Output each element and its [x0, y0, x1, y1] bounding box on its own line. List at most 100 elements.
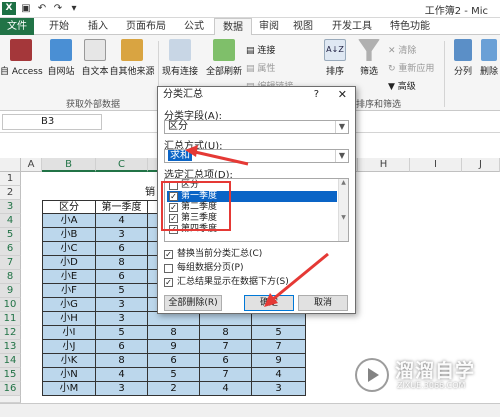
table-cell[interactable]: 小A	[42, 214, 96, 228]
scrollbar[interactable]: ▲ ▼	[338, 179, 348, 241]
table-cell[interactable]: 4	[96, 368, 148, 382]
table-cell[interactable]: 小E	[42, 270, 96, 284]
option-checkbox[interactable]: ✓ 替换当前分类汇总(C)	[164, 249, 262, 260]
column-header[interactable]: B	[42, 158, 96, 172]
function-select[interactable]: 求和 ▼	[164, 149, 349, 163]
advanced-filter-button[interactable]: ▼ 高级	[388, 79, 416, 92]
table-header-cell[interactable]: 区分	[42, 200, 96, 214]
undo-icon[interactable]: ↶	[35, 2, 49, 15]
redo-icon[interactable]: ↷	[51, 2, 65, 15]
column-header[interactable]: A	[21, 158, 42, 172]
table-cell[interactable]: 6	[96, 242, 148, 256]
table-cell[interactable]: 小C	[42, 242, 96, 256]
table-cell[interactable]: 5	[148, 368, 200, 382]
row-header[interactable]: 16	[0, 382, 21, 396]
table-cell[interactable]: 6	[96, 270, 148, 284]
tab-insert[interactable]: 插入	[80, 18, 116, 35]
table-cell[interactable]: 6	[148, 354, 200, 368]
clear-filter-button[interactable]: ✕ 清除	[388, 43, 416, 56]
tab-developer[interactable]: 开发工具	[326, 18, 378, 35]
row-header[interactable]: 4	[0, 214, 21, 228]
table-header-cell[interactable]: 第一季度	[96, 200, 148, 214]
row-header[interactable]	[0, 396, 21, 403]
table-cell[interactable]: 3	[252, 382, 306, 396]
table-cell[interactable]: 3	[96, 312, 148, 326]
table-cell[interactable]: 小I	[42, 326, 96, 340]
row-header[interactable]: 6	[0, 242, 21, 256]
table-cell[interactable]: 5	[252, 326, 306, 340]
table-cell[interactable]: 小G	[42, 298, 96, 312]
table-cell[interactable]: 4	[200, 382, 252, 396]
row-header[interactable]: 15	[0, 368, 21, 382]
table-cell[interactable]: 8	[96, 256, 148, 270]
row-header[interactable]: 5	[0, 228, 21, 242]
table-cell[interactable]: 小D	[42, 256, 96, 270]
from-access-button[interactable]: 自 Access	[0, 39, 43, 77]
table-cell[interactable]: 8	[96, 354, 148, 368]
row-header[interactable]: 3	[0, 200, 21, 214]
remove-duplicates-button[interactable]: 删除	[478, 39, 500, 77]
tab-special[interactable]: 特色功能	[384, 18, 436, 35]
table-cell[interactable]: 小J	[42, 340, 96, 354]
refresh-all-button[interactable]: 全部刷新	[204, 39, 244, 77]
tab-view[interactable]: 视图	[288, 18, 318, 35]
table-cell[interactable]: 小M	[42, 382, 96, 396]
connections-button[interactable]: ▤ 连接	[246, 43, 275, 56]
option-checkbox[interactable]: ✓ 汇总结果显示在数据下方(S)	[164, 277, 289, 288]
table-cell[interactable]: 3	[96, 382, 148, 396]
select-all-corner[interactable]	[0, 158, 21, 172]
tab-home[interactable]: 开始	[40, 18, 78, 35]
close-icon[interactable]: ✕	[338, 87, 347, 103]
filter-button[interactable]: 筛选	[354, 39, 384, 77]
row-header[interactable]: 1	[0, 172, 21, 186]
properties-button[interactable]: ▤ 属性	[246, 61, 275, 74]
tab-data[interactable]: 数据	[214, 18, 252, 35]
existing-connections-button[interactable]: 现有连接	[158, 39, 202, 77]
tab-review[interactable]: 审阅	[254, 18, 284, 35]
table-cell[interactable]: 小F	[42, 284, 96, 298]
table-cell[interactable]: 7	[252, 340, 306, 354]
table-cell[interactable]	[148, 312, 200, 326]
table-cell[interactable]	[200, 312, 252, 326]
checkbox[interactable]: ✓	[164, 250, 173, 259]
row-header[interactable]: 14	[0, 354, 21, 368]
table-cell[interactable]: 5	[96, 284, 148, 298]
name-box[interactable]: B3	[2, 114, 102, 130]
column-header[interactable]: H	[358, 158, 410, 172]
table-cell[interactable]: 9	[148, 340, 200, 354]
table-cell[interactable]	[252, 312, 306, 326]
table-cell[interactable]: 7	[200, 368, 252, 382]
table-cell[interactable]: 3	[96, 228, 148, 242]
checkbox[interactable]: ✓	[164, 278, 173, 287]
table-cell[interactable]: 3	[96, 298, 148, 312]
quick-access-dropdown-icon[interactable]: ▾	[67, 2, 81, 15]
from-text-button[interactable]: 自文本	[78, 39, 112, 77]
table-cell[interactable]: 4	[252, 368, 306, 382]
table-cell[interactable]: 7	[200, 340, 252, 354]
row-header[interactable]: 12	[0, 326, 21, 340]
table-cell[interactable]: 小N	[42, 368, 96, 382]
row-header[interactable]: 11	[0, 312, 21, 326]
table-cell[interactable]: 6	[200, 354, 252, 368]
sort-button[interactable]: A↓Z 排序	[320, 39, 350, 77]
from-other-sources-button[interactable]: 自其他来源	[108, 39, 156, 77]
row-header[interactable]: 9	[0, 284, 21, 298]
remove-all-button[interactable]: 全部删除(R)	[164, 295, 222, 311]
cancel-button[interactable]: 取消	[298, 295, 348, 311]
help-icon[interactable]: ?	[314, 87, 319, 103]
table-cell[interactable]: 小B	[42, 228, 96, 242]
row-header[interactable]: 10	[0, 298, 21, 312]
from-web-button[interactable]: 自网站	[44, 39, 78, 77]
row-header[interactable]: 2	[0, 186, 21, 200]
table-cell[interactable]: 4	[96, 214, 148, 228]
group-by-select[interactable]: 区分 ▼	[164, 120, 349, 134]
column-header[interactable]: I	[410, 158, 462, 172]
tab-page-layout[interactable]: 页面布局	[118, 18, 174, 35]
column-header[interactable]: J	[462, 158, 500, 172]
table-cell[interactable]: 8	[148, 326, 200, 340]
row-header[interactable]: 13	[0, 340, 21, 354]
table-cell[interactable]: 8	[200, 326, 252, 340]
save-icon[interactable]: ▣	[19, 2, 33, 15]
checkbox[interactable]	[164, 264, 173, 273]
table-cell[interactable]: 小H	[42, 312, 96, 326]
